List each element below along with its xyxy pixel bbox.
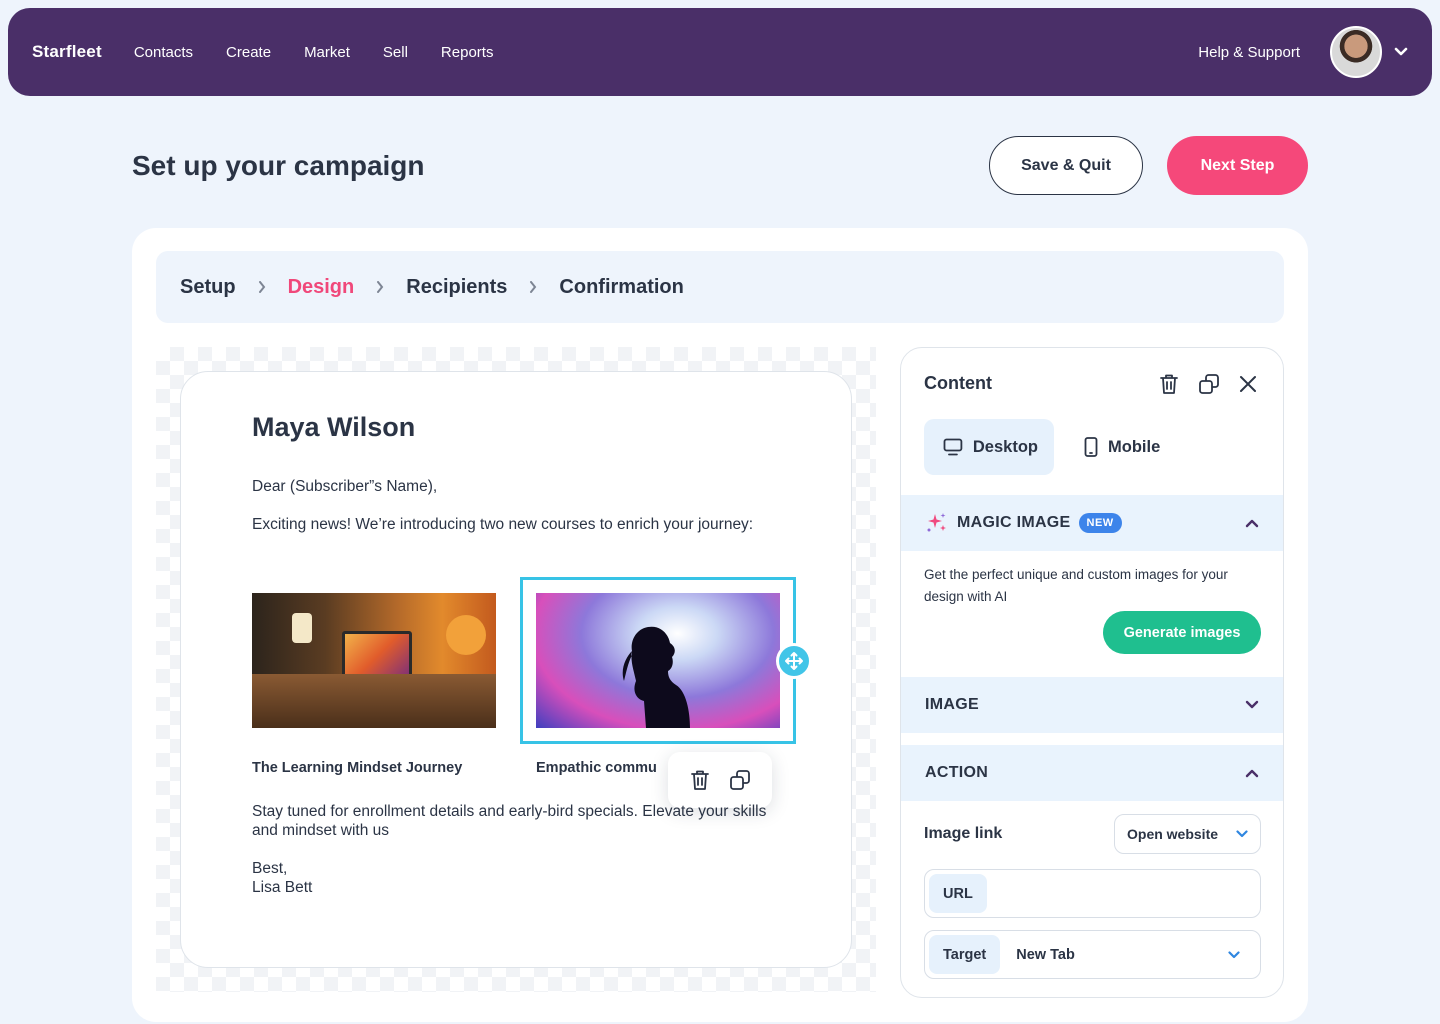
target-select[interactable]: Target New Tab [924, 930, 1261, 979]
duplicate-icon[interactable] [729, 769, 751, 791]
panel-title: Content [924, 373, 992, 393]
trash-icon[interactable] [690, 769, 710, 791]
magic-image-description: Get the perfect unique and custom images… [924, 567, 1228, 604]
image-caption-1[interactable]: The Learning Mindset Journey [252, 760, 462, 776]
image-link-select[interactable]: Open website [1114, 814, 1261, 854]
action-section-header[interactable]: ACTION [901, 745, 1283, 801]
image-toolbar [668, 752, 772, 808]
brand-logo[interactable]: Starfleet [32, 42, 102, 62]
move-handle-icon[interactable] [776, 643, 812, 679]
image-caption-2[interactable]: Empathic commu [536, 760, 657, 776]
sparkles-icon [927, 513, 946, 532]
email-outro[interactable]: Stay tuned for enrollment details and ea… [252, 802, 772, 840]
chevron-right-icon [530, 281, 537, 293]
chevron-right-icon [258, 281, 265, 293]
email-intro[interactable]: Exciting news! We’re introducing two new… [252, 515, 772, 534]
silhouette-shape [622, 626, 690, 728]
email-signoff[interactable]: Best, [252, 859, 772, 878]
new-badge: NEW [1078, 513, 1122, 533]
desktop-toggle[interactable]: Desktop [924, 419, 1054, 475]
step-recipients[interactable]: Recipients [406, 276, 507, 299]
content-panel: Content Desktop Mobile MAGIC IMAGE NEW G… [900, 347, 1284, 998]
image-section-header[interactable]: IMAGE [901, 677, 1283, 733]
image-link-label: Image link [924, 825, 1003, 842]
nav-market[interactable]: Market [304, 44, 350, 61]
image-section-label: IMAGE [925, 696, 979, 713]
chevron-down-icon [1228, 950, 1240, 958]
image-link-value: Open website [1127, 826, 1219, 842]
lamp-shape [292, 613, 312, 643]
breadcrumb-stepper: Setup Design Recipients Confirmation [156, 251, 1284, 323]
chevron-up-icon[interactable] [1245, 518, 1259, 528]
generate-images-button[interactable]: Generate images [1103, 611, 1261, 654]
lamp-glow [446, 615, 486, 655]
help-support-link[interactable]: Help & Support [1198, 44, 1300, 61]
email-heading[interactable]: Maya Wilson [252, 412, 415, 443]
chevron-down-icon [1236, 830, 1248, 838]
desk-shape [252, 674, 496, 728]
nav-sell[interactable]: Sell [383, 44, 408, 61]
step-setup[interactable]: Setup [180, 276, 236, 299]
url-tag: URL [929, 874, 987, 913]
top-nav-bar: Starfleet Contacts Create Market Sell Re… [8, 8, 1432, 96]
chevron-up-icon[interactable] [1245, 768, 1259, 778]
nav-contacts[interactable]: Contacts [134, 44, 193, 61]
chevron-down-icon[interactable] [1394, 47, 1408, 57]
email-signature[interactable]: Lisa Bett [252, 878, 772, 897]
duplicate-icon[interactable] [1197, 372, 1221, 396]
action-section-label: ACTION [925, 764, 989, 781]
target-value: New Tab [1016, 946, 1075, 963]
step-design[interactable]: Design [288, 276, 355, 299]
phone-icon [1084, 437, 1098, 457]
nav-right: Help & Support [1198, 26, 1408, 78]
course-image-desk[interactable] [252, 593, 496, 728]
monitor-icon [943, 438, 963, 456]
email-greeting[interactable]: Dear (Subscriber”s Name), [252, 477, 772, 496]
magic-image-label: MAGIC IMAGE [957, 514, 1071, 531]
close-icon[interactable] [1236, 372, 1260, 396]
chevron-down-icon[interactable] [1245, 700, 1259, 710]
next-step-button[interactable]: Next Step [1167, 136, 1308, 195]
user-avatar[interactable] [1330, 26, 1382, 78]
mobile-toggle[interactable]: Mobile [1065, 419, 1176, 475]
mobile-label: Mobile [1108, 437, 1161, 456]
page-title: Set up your campaign [132, 150, 425, 181]
url-field[interactable]: URL [924, 869, 1261, 918]
magic-image-section-header[interactable]: MAGIC IMAGE NEW [901, 495, 1283, 551]
trash-icon[interactable] [1157, 372, 1181, 396]
desktop-label: Desktop [972, 437, 1038, 456]
nav-reports[interactable]: Reports [441, 44, 494, 61]
target-tag: Target [929, 935, 1001, 974]
save-quit-button[interactable]: Save & Quit [989, 136, 1143, 195]
nav-create[interactable]: Create [226, 44, 271, 61]
chevron-right-icon [377, 281, 384, 293]
course-image-silhouette[interactable] [536, 593, 780, 728]
step-confirmation[interactable]: Confirmation [559, 276, 683, 299]
main-nav: Contacts Create Market Sell Reports [134, 44, 527, 61]
